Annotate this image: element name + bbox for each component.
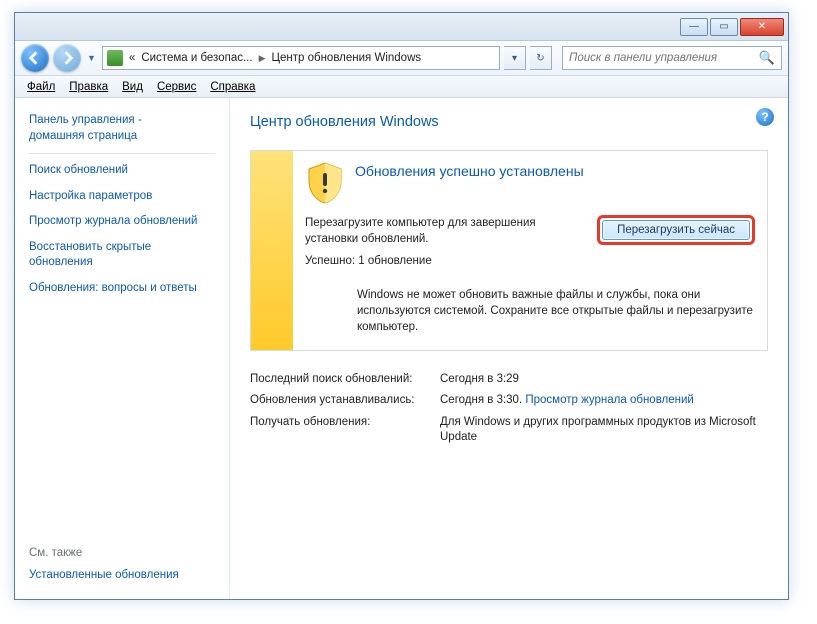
- minimize-button[interactable]: —: [680, 18, 708, 36]
- maximize-button[interactable]: ▭: [710, 18, 738, 36]
- info-value-receive: Для Windows и других программных продукт…: [440, 415, 768, 446]
- sidebar-faq[interactable]: Обновления: вопросы и ответы: [29, 276, 215, 302]
- navbar: ▼ « Система и безопас... ▶ Центр обновле…: [15, 41, 788, 76]
- shield-warning-icon: [305, 161, 345, 205]
- restart-now-button[interactable]: Перезагрузить сейчас: [602, 220, 750, 240]
- address-dropdown[interactable]: ▾: [504, 46, 526, 70]
- status-title: Обновления успешно установлены: [355, 161, 584, 179]
- status-note: Windows не может обновить важные файлы и…: [357, 287, 755, 335]
- close-button[interactable]: ✕: [740, 18, 784, 36]
- search-icon: 🔍: [759, 50, 775, 66]
- breadcrumb-prefix: «: [129, 52, 135, 64]
- info-label-installed: Обновления устанавливались:: [250, 393, 440, 409]
- search-input[interactable]: [569, 52, 759, 64]
- sidebar-restore-hidden[interactable]: Восстановить скрытые обновления: [29, 235, 215, 276]
- status-message-1: Перезагрузите компьютер для завершения у…: [305, 215, 577, 247]
- main-content: ? Центр обновления Windows Обновления ус…: [230, 98, 788, 599]
- arrow-right-icon: [60, 51, 74, 65]
- menu-tools[interactable]: Сервис: [151, 79, 202, 95]
- sidebar-history[interactable]: Просмотр журнала обновлений: [29, 209, 215, 235]
- view-history-link[interactable]: Просмотр журнала обновлений: [525, 394, 693, 406]
- sidebar-installed-updates[interactable]: Установленные обновления: [29, 563, 215, 589]
- chevron-right-icon: ▶: [259, 53, 266, 64]
- nav-back-button[interactable]: [21, 44, 49, 72]
- nav-forward-button[interactable]: [53, 44, 81, 72]
- arrow-left-icon: [28, 51, 42, 65]
- menubar: Файл Правка Вид Сервис Справка: [15, 76, 788, 98]
- info-label-last-check: Последний поиск обновлений:: [250, 372, 440, 388]
- status-stripe: [251, 151, 293, 350]
- sidebar-check-updates[interactable]: Поиск обновлений: [29, 158, 215, 184]
- page-title: Центр обновления Windows: [250, 110, 768, 150]
- refresh-button[interactable]: ↻: [530, 46, 552, 70]
- info-value-installed: Сегодня в 3:30.: [440, 394, 522, 406]
- sidebar-see-also-label: См. также: [29, 541, 215, 563]
- menu-view[interactable]: Вид: [116, 79, 149, 95]
- status-panel: Обновления успешно установлены Перезагру…: [250, 150, 768, 351]
- sidebar-settings[interactable]: Настройка параметров: [29, 184, 215, 210]
- breadcrumb-level1[interactable]: Система и безопас...: [141, 52, 252, 64]
- info-value-last-check: Сегодня в 3:29: [440, 372, 768, 388]
- menu-edit[interactable]: Правка: [63, 79, 114, 95]
- nav-history-dropdown[interactable]: ▼: [85, 53, 98, 63]
- menu-file[interactable]: Файл: [21, 79, 61, 95]
- titlebar: — ▭ ✕: [15, 13, 788, 41]
- status-message-2: Успешно: 1 обновление: [305, 253, 577, 269]
- breadcrumb-level2[interactable]: Центр обновления Windows: [271, 52, 421, 64]
- search-box[interactable]: 🔍: [562, 46, 782, 70]
- address-bar[interactable]: « Система и безопас... ▶ Центр обновлени…: [102, 46, 500, 70]
- info-label-receive: Получать обновления:: [250, 415, 440, 446]
- restart-button-highlight: Перезагрузить сейчас: [597, 215, 755, 245]
- menu-help[interactable]: Справка: [204, 79, 261, 95]
- info-table: Последний поиск обновлений: Сегодня в 3:…: [250, 369, 768, 449]
- help-icon[interactable]: ?: [756, 108, 774, 126]
- sidebar: Панель управления - домашняя страница По…: [15, 98, 230, 599]
- window-frame: — ▭ ✕ ▼ « Система и безопас... ▶ Центр о…: [14, 12, 789, 600]
- control-panel-icon: [107, 50, 123, 66]
- sidebar-home[interactable]: Панель управления - домашняя страница: [29, 108, 215, 149]
